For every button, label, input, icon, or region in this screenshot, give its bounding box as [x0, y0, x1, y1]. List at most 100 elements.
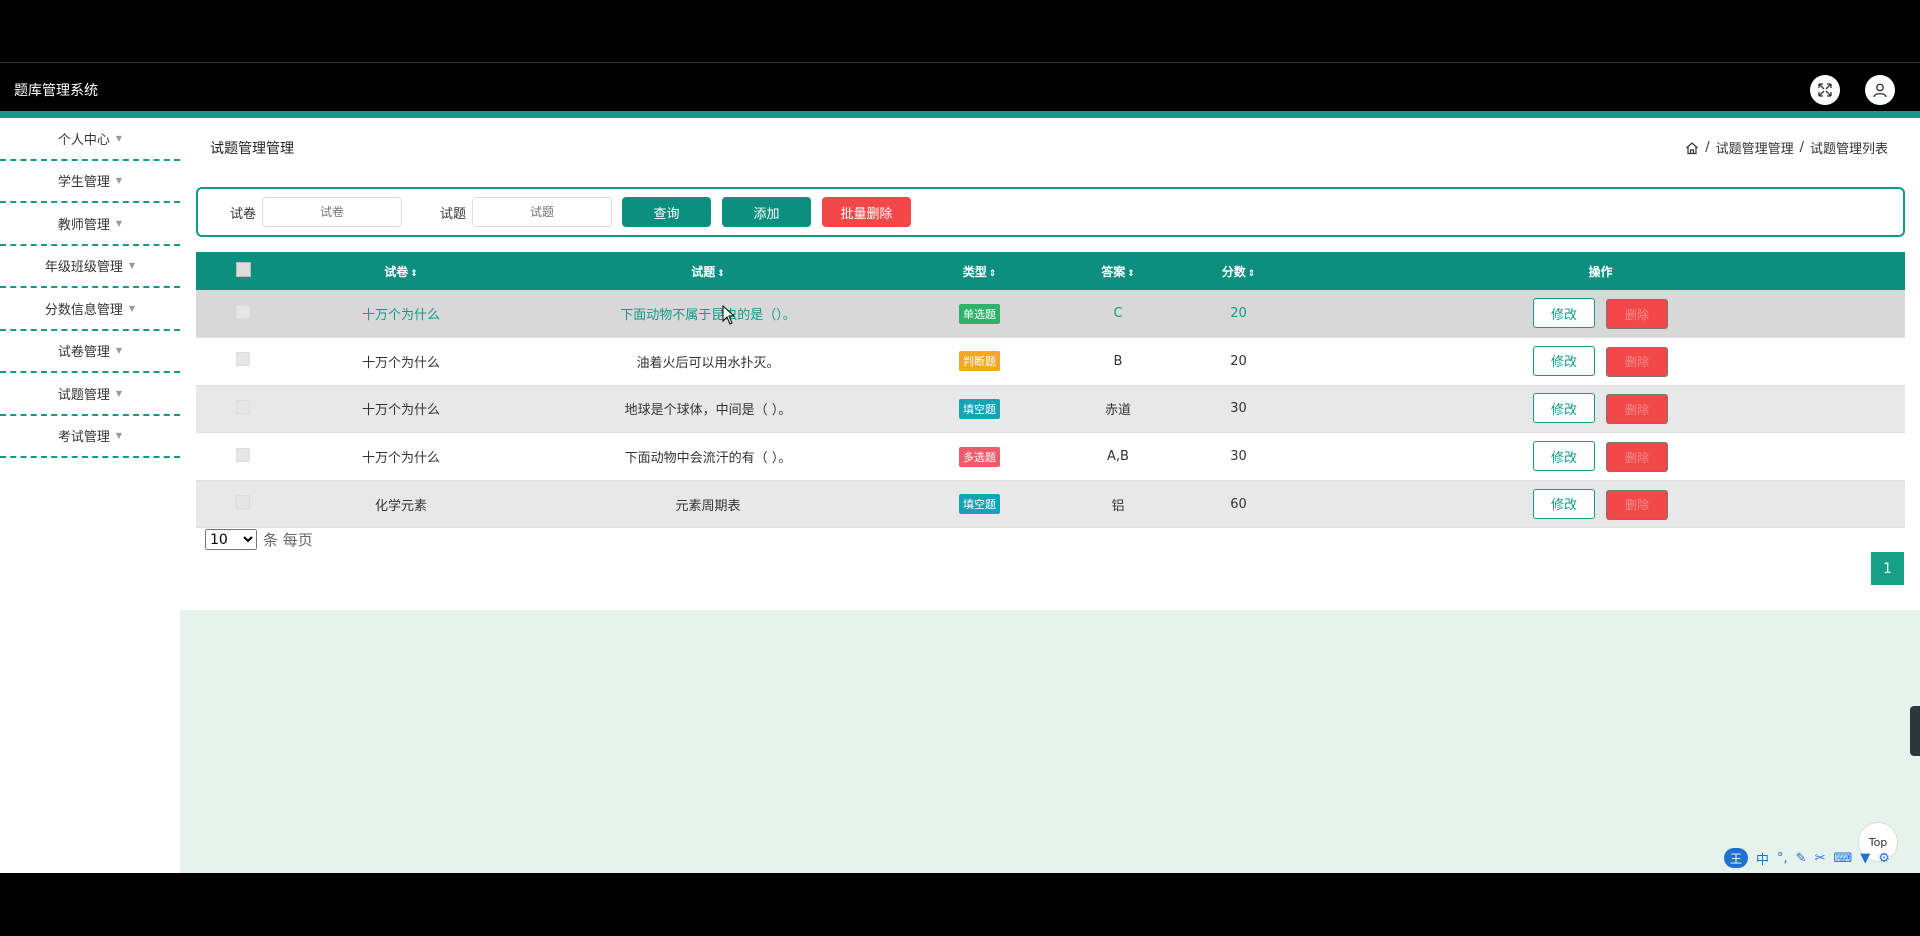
answer-cell: A,B — [1055, 432, 1181, 481]
column-header-answer[interactable]: 答案 ⇕ — [1055, 252, 1181, 290]
sidebar-item-scores[interactable]: 分数信息管理 ▼ — [0, 288, 180, 331]
column-header-question[interactable]: 试题 ⇕ — [512, 252, 904, 290]
content-background — [180, 610, 1920, 873]
sidebar-item-questions[interactable]: 试题管理 ▼ — [0, 373, 180, 416]
delete-button[interactable]: 删除 — [1606, 394, 1668, 425]
keyboard-icon[interactable]: ⌨ — [1833, 851, 1852, 866]
search-form: 试卷 试题 查询 添加 批量删除 — [196, 187, 1905, 237]
breadcrumb-separator: / — [1799, 140, 1804, 155]
home-icon[interactable] — [1685, 141, 1699, 155]
page-size-select[interactable]: 10 — [205, 529, 257, 550]
column-header-label: 试卷 — [384, 264, 409, 279]
question-cell: 油着火后可以用水扑灭。 — [512, 337, 904, 386]
breadcrumb-item[interactable]: 试题管理管理 — [1716, 138, 1794, 157]
caret-down-icon: ▼ — [115, 431, 123, 441]
sidebar-item-label: 教师管理 — [57, 217, 110, 233]
ime-language-toggle[interactable]: 中 — [1756, 849, 1769, 868]
type-cell: 判断题 — [904, 337, 1055, 386]
page-title: 试题管理管理 — [210, 141, 294, 157]
select-all-checkbox[interactable] — [235, 262, 251, 277]
type-cell: 单选题 — [904, 290, 1055, 339]
column-header-label: 答案 — [1101, 264, 1126, 279]
scissors-icon[interactable]: ✂ — [1815, 851, 1826, 866]
punctuation-icon[interactable]: °, — [1777, 851, 1788, 866]
question-cell: 下面动物不属于昆虫的是（）。 — [512, 290, 904, 339]
delete-button[interactable]: 删除 — [1606, 489, 1668, 520]
type-badge: 判断题 — [959, 351, 1000, 372]
caret-down-icon: ▼ — [115, 346, 123, 356]
type-badge: 填空题 — [959, 494, 1000, 515]
sidebar-item-label: 个人中心 — [57, 132, 110, 148]
column-header-paper[interactable]: 试卷 ⇕ — [290, 252, 512, 290]
row-checkbox-cell — [196, 385, 290, 434]
table-row[interactable]: 十万个为什么 地球是个球体，中间是（ ）。 填空题 赤道 30 修改 删除 — [196, 385, 1905, 434]
edit-button[interactable]: 修改 — [1533, 488, 1595, 519]
table-row[interactable]: 十万个为什么 下面动物不属于昆虫的是（）。 单选题 C 20 修改 删除 — [196, 290, 1905, 339]
sort-icon: ⇕ — [1127, 268, 1135, 279]
batch-delete-button[interactable]: 批量删除 — [822, 197, 912, 227]
delete-button[interactable]: 删除 — [1606, 299, 1668, 330]
query-button[interactable]: 查询 — [622, 197, 712, 227]
sort-icon: ⇕ — [410, 268, 418, 279]
sidebar-item-personal-center[interactable]: 个人中心 ▼ — [0, 118, 180, 161]
table-row[interactable]: 十万个为什么 油着火后可以用水扑灭。 判断题 B 20 修改 删除 — [196, 337, 1905, 386]
paper-cell: 十万个为什么 — [290, 385, 512, 434]
sidebar-item-grades-classes[interactable]: 年级班级管理 ▼ — [0, 246, 180, 288]
caret-down-icon: ▼ — [115, 218, 123, 228]
pagination-page-1[interactable]: 1 — [1871, 552, 1904, 585]
column-header-label: 试题 — [691, 264, 716, 279]
question-search-input[interactable] — [472, 197, 613, 227]
row-checkbox[interactable] — [236, 399, 250, 414]
column-header-actions: 操作 — [1296, 252, 1905, 290]
paper-cell: 十万个为什么 — [290, 337, 512, 386]
paper-cell: 化学元素 — [290, 480, 512, 529]
paper-cell: 十万个为什么 — [290, 290, 512, 339]
table-row[interactable]: 化学元素 元素周期表 填空题 铝 60 修改 删除 — [196, 480, 1905, 529]
sidebar: 个人中心 ▼ 学生管理 ▼ 教师管理 ▼ 年级班级管理 ▼ 分数信息管理 ▼ 试卷管理 ▼ … — [0, 118, 180, 873]
caret-down-icon: ▼ — [128, 303, 136, 313]
sidebar-item-exams[interactable]: 考试管理 ▼ — [0, 416, 180, 458]
skin-icon[interactable]: ▼ — [1860, 851, 1870, 866]
sidebar-item-label: 分数信息管理 — [44, 302, 123, 318]
edit-button[interactable]: 修改 — [1533, 298, 1595, 329]
row-checkbox[interactable] — [236, 352, 250, 367]
column-header-score[interactable]: 分数 ⇕ — [1181, 252, 1296, 290]
edit-button[interactable]: 修改 — [1533, 345, 1595, 376]
actions-cell: 修改 删除 — [1296, 337, 1905, 386]
ime-logo-icon[interactable]: 王 — [1724, 848, 1748, 868]
delete-button[interactable]: 删除 — [1606, 442, 1668, 473]
pen-icon[interactable]: ✎ — [1796, 851, 1807, 866]
table-row[interactable]: 十万个为什么 下面动物中会流汗的有（ ）。 多选题 A,B 30 修改 删除 — [196, 432, 1905, 481]
paper-label: 试卷 — [230, 206, 257, 222]
gear-icon[interactable]: ⚙ — [1878, 851, 1890, 866]
score-cell: 20 — [1181, 337, 1296, 386]
sort-icon: ⇕ — [1247, 268, 1256, 279]
side-drawer-handle[interactable] — [1910, 706, 1920, 756]
score-cell: 60 — [1181, 480, 1296, 529]
sidebar-item-teachers[interactable]: 教师管理 ▼ — [0, 203, 180, 246]
fullscreen-button[interactable] — [1810, 75, 1840, 105]
sort-icon: ⇕ — [988, 268, 997, 279]
sidebar-item-students[interactable]: 学生管理 ▼ — [0, 161, 180, 203]
delete-button[interactable]: 删除 — [1606, 346, 1668, 377]
type-badge: 单选题 — [959, 303, 1000, 324]
edit-button[interactable]: 修改 — [1533, 441, 1595, 472]
caret-down-icon: ▼ — [115, 388, 123, 398]
type-badge: 多选题 — [959, 446, 1000, 467]
page-size-control: 10 条 每页 — [205, 529, 313, 550]
add-button[interactable]: 添加 — [722, 197, 812, 227]
row-checkbox[interactable] — [236, 447, 250, 462]
caret-down-icon: ▼ — [128, 261, 136, 271]
ime-toolbar: 王 中 °, ✎ ✂ ⌨ ▼ ⚙ — [1724, 848, 1890, 868]
question-cell: 元素周期表 — [512, 480, 904, 529]
edit-button[interactable]: 修改 — [1533, 393, 1595, 424]
sidebar-item-papers[interactable]: 试卷管理 ▼ — [0, 331, 180, 373]
user-button[interactable] — [1865, 75, 1895, 105]
breadcrumb-separator: / — [1705, 140, 1710, 155]
column-header-type[interactable]: 类型 ⇕ — [904, 252, 1055, 290]
app-body: 个人中心 ▼ 学生管理 ▼ 教师管理 ▼ 年级班级管理 ▼ 分数信息管理 ▼ 试卷管理 ▼ … — [0, 118, 1920, 873]
score-cell: 30 — [1181, 432, 1296, 481]
row-checkbox[interactable] — [236, 304, 250, 319]
paper-search-input[interactable] — [262, 197, 403, 227]
row-checkbox[interactable] — [236, 495, 250, 510]
